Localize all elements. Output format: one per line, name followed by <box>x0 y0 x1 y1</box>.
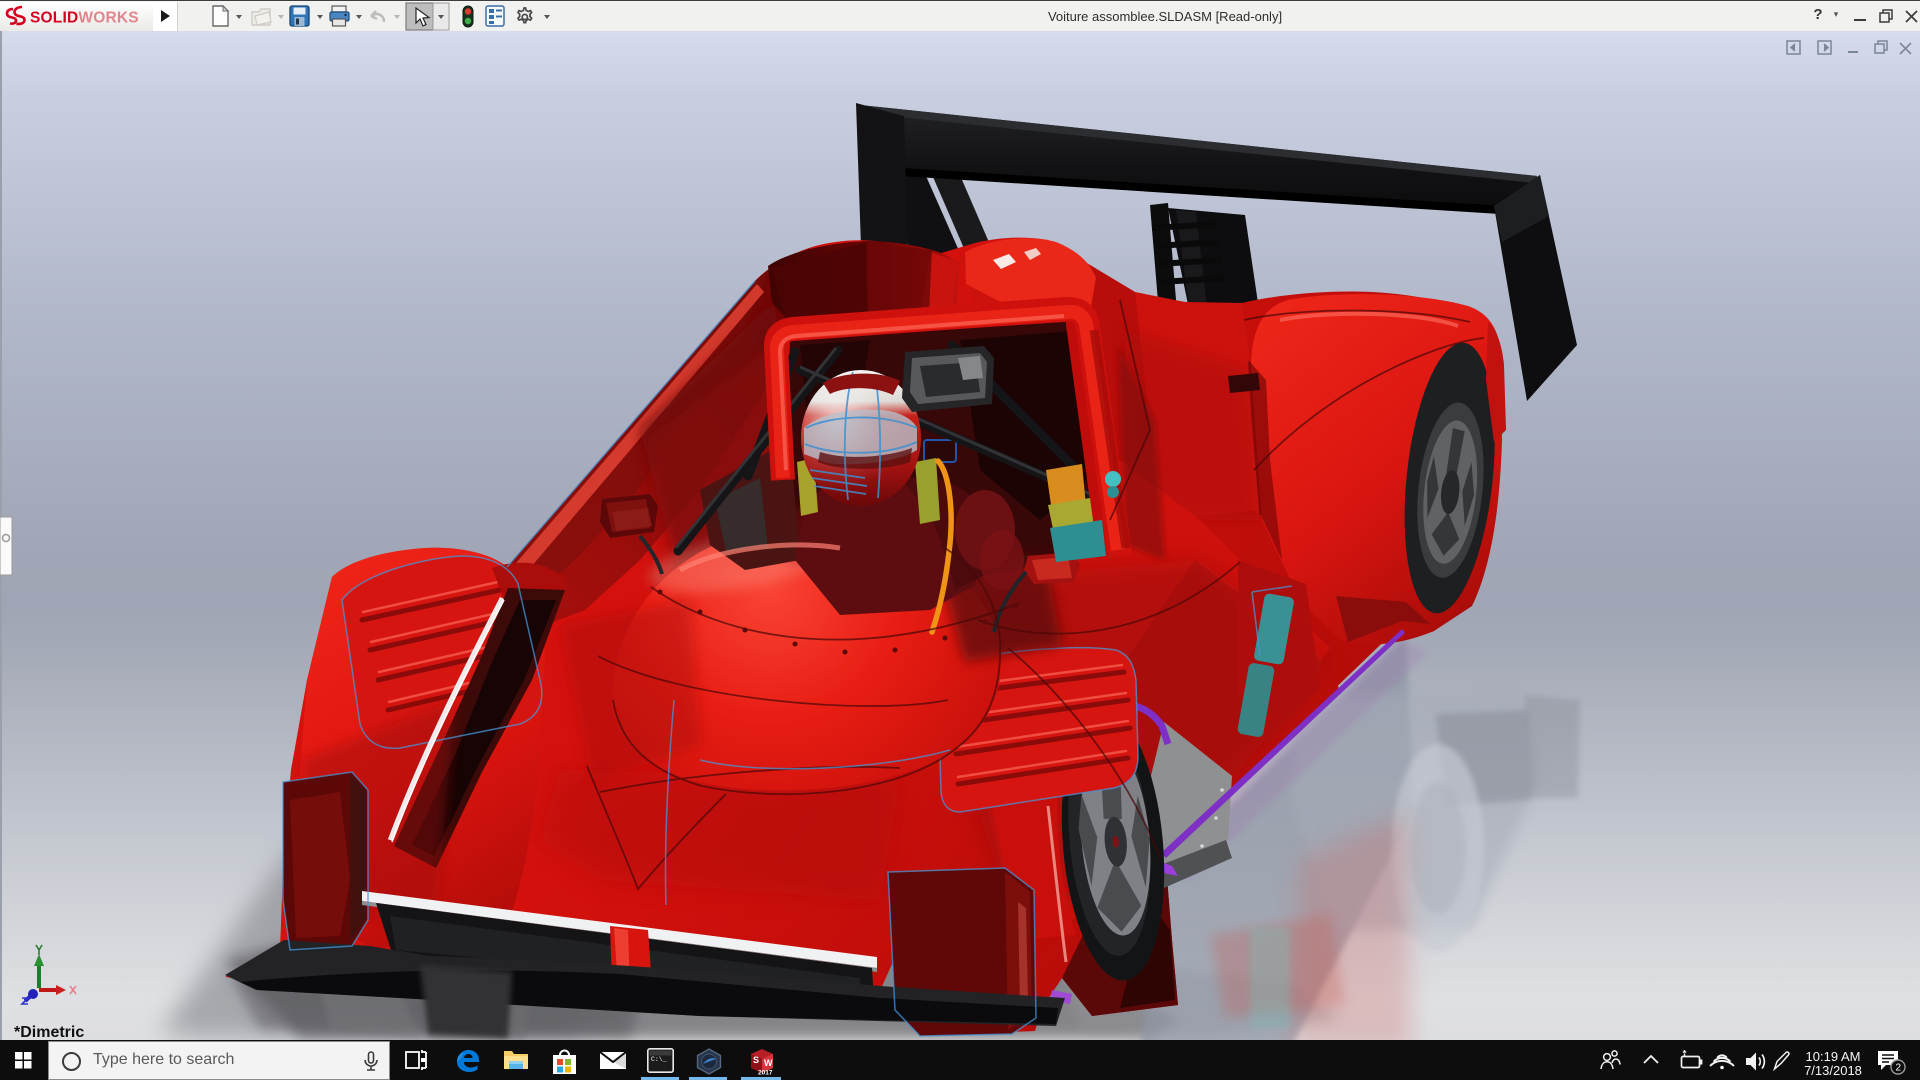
svg-text:*Dimetric: *Dimetric <box>14 1024 84 1041</box>
svg-text:S: S <box>753 1055 759 1065</box>
svg-text:SOLIDWORKS: SOLIDWORKS <box>30 10 139 27</box>
svg-text:C:\_: C:\_ <box>651 1056 667 1063</box>
svg-text:W: W <box>764 1058 773 1068</box>
svg-text:2: 2 <box>1896 1063 1902 1074</box>
svg-text:2017: 2017 <box>758 1070 773 1077</box>
svg-text:7/13/2018: 7/13/2018 <box>1804 1063 1862 1076</box>
svg-text:10:19 AM: 10:19 AM <box>1806 1049 1861 1064</box>
